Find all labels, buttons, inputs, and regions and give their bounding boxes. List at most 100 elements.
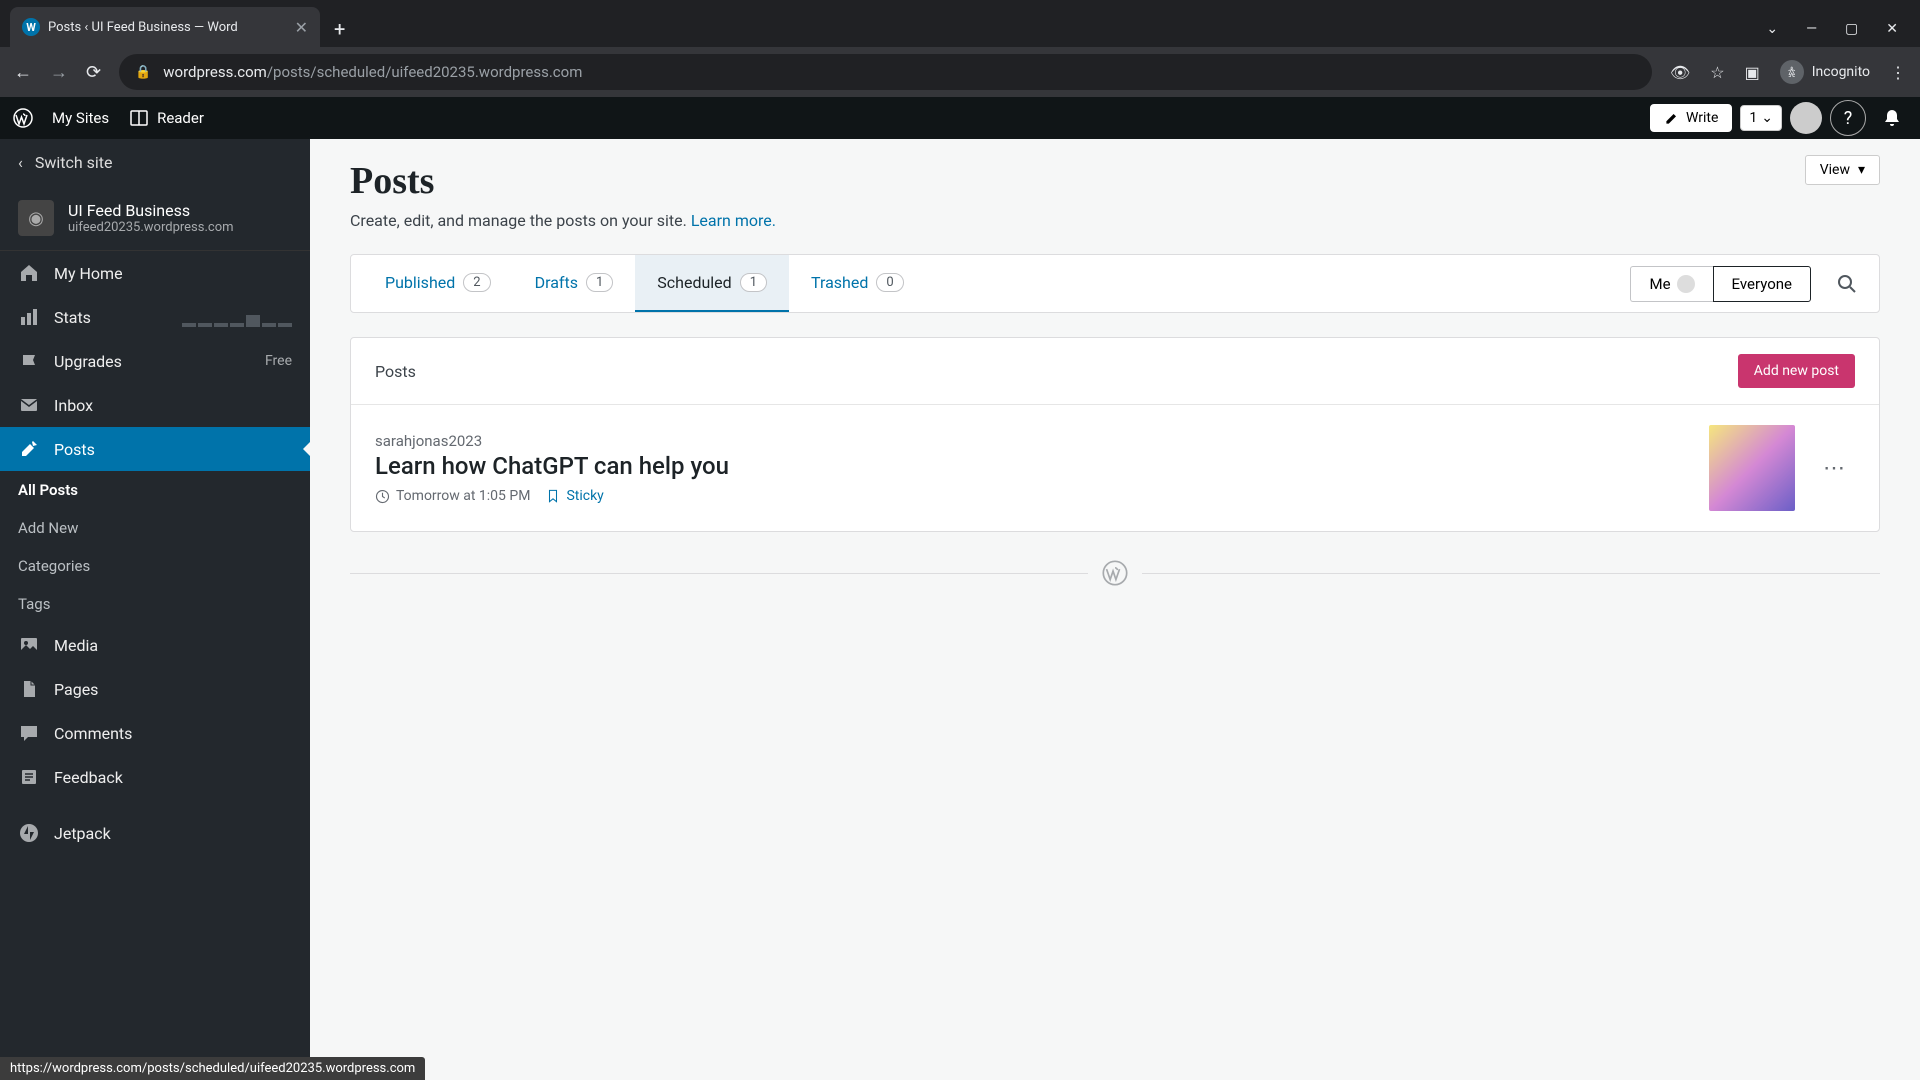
notifications-bell-icon[interactable] — [1874, 100, 1910, 136]
minimize-icon[interactable]: — — [1806, 21, 1817, 37]
subnav-categories[interactable]: Categories — [0, 547, 310, 585]
tab-label: Drafts — [535, 273, 578, 292]
posts-tabs-row: Published 2 Drafts 1 Scheduled 1 Trashed… — [350, 254, 1880, 313]
upgrades-badge: Free — [265, 353, 292, 369]
filter-me-button[interactable]: Me — [1630, 266, 1712, 302]
post-sticky: Sticky — [546, 488, 603, 504]
pages-icon — [18, 679, 40, 699]
post-row[interactable]: sarahjonas2023 Learn how ChatGPT can hel… — [351, 405, 1879, 531]
posts-panel: Posts Add new post sarahjonas2023 Learn … — [350, 337, 1880, 532]
notification-count[interactable]: 1 ⌄ — [1740, 105, 1782, 131]
help-button[interactable]: ? — [1830, 100, 1866, 136]
sidebar-item-pages[interactable]: Pages — [0, 667, 310, 711]
reader-link[interactable]: Reader — [119, 97, 214, 139]
subnav-tags[interactable]: Tags — [0, 585, 310, 623]
write-button[interactable]: Write — [1650, 104, 1732, 132]
sidebar-item-label: Comments — [54, 724, 132, 743]
switch-site-label: Switch site — [35, 153, 113, 172]
filter-label: Me — [1649, 275, 1670, 293]
browser-tab[interactable]: W Posts ‹ UI Feed Business — Word ✕ — [10, 7, 320, 47]
site-name: UI Feed Business — [68, 201, 234, 220]
forward-button[interactable]: → — [50, 62, 68, 83]
post-author: sarahjonas2023 — [375, 432, 1689, 450]
sidebar-item-upgrades[interactable]: Upgrades Free — [0, 339, 310, 383]
subnav-add-new[interactable]: Add New — [0, 509, 310, 547]
sidebar-item-inbox[interactable]: Inbox — [0, 383, 310, 427]
sidebar-item-comments[interactable]: Comments — [0, 711, 310, 755]
chevron-down-icon: ⌄ — [1761, 110, 1773, 126]
subnav-all-posts[interactable]: All Posts — [0, 471, 310, 509]
browser-toolbar: ← → ⟳ 🔒 wordpress.com/posts/scheduled/ui… — [0, 47, 1920, 97]
new-tab-button[interactable]: + — [320, 11, 359, 47]
tab-label: Trashed — [811, 273, 868, 292]
view-dropdown[interactable]: View ▾ — [1805, 155, 1880, 185]
browser-status-bar: https://wordpress.com/posts/scheduled/ui… — [0, 1057, 425, 1080]
incognito-badge[interactable]: 𖠋 Incognito — [1780, 60, 1870, 84]
sidebar-item-label: Media — [54, 636, 98, 655]
media-icon — [18, 635, 40, 655]
page-title: Posts — [350, 159, 1880, 203]
incognito-label: Incognito — [1812, 64, 1870, 80]
wordpress-favicon: W — [22, 18, 40, 36]
user-avatar[interactable] — [1790, 102, 1822, 134]
maximize-icon[interactable]: ▢ — [1845, 21, 1858, 37]
address-bar[interactable]: 🔒 wordpress.com/posts/scheduled/uifeed20… — [119, 54, 1652, 90]
comments-icon — [18, 723, 40, 743]
post-schedule: Tomorrow at 1:05 PM — [375, 488, 530, 504]
sidebar-item-posts[interactable]: Posts — [0, 427, 310, 471]
stats-sparkline — [182, 307, 292, 327]
sidebar-item-label: Stats — [54, 308, 91, 327]
sidebar-item-media[interactable]: Media — [0, 623, 310, 667]
pen-icon — [1664, 110, 1680, 126]
tab-label: Published — [385, 273, 455, 292]
filter-avatar-icon — [1677, 275, 1695, 293]
sidebar-item-label: My Home — [54, 264, 123, 283]
tab-scheduled[interactable]: Scheduled 1 — [635, 255, 789, 312]
site-icon: ◉ — [18, 200, 54, 236]
post-more-button[interactable]: ⋯ — [1815, 448, 1855, 489]
learn-more-link[interactable]: Learn more. — [691, 211, 776, 230]
add-new-post-button[interactable]: Add new post — [1738, 354, 1855, 388]
sidebar-item-label: Jetpack — [54, 824, 111, 843]
filter-everyone-button[interactable]: Everyone — [1713, 266, 1811, 302]
lock-icon: 🔒 — [135, 65, 151, 80]
tab-trashed[interactable]: Trashed 0 — [789, 255, 926, 312]
tab-title: Posts ‹ UI Feed Business — Word — [48, 20, 287, 35]
tab-published[interactable]: Published 2 — [363, 255, 513, 312]
tabs-dropdown-icon[interactable]: ⌄ — [1766, 21, 1778, 37]
tab-close-icon[interactable]: ✕ — [295, 18, 308, 37]
reader-label: Reader — [157, 109, 204, 127]
tab-drafts[interactable]: Drafts 1 — [513, 255, 636, 312]
jetpack-icon — [18, 823, 40, 843]
feedback-icon — [18, 767, 40, 787]
post-date: Tomorrow at 1:05 PM — [396, 488, 530, 504]
tab-count: 1 — [740, 273, 767, 292]
back-button[interactable]: ← — [14, 62, 32, 83]
caret-down-icon: ▾ — [1858, 162, 1865, 178]
browser-menu-icon[interactable]: ⋮ — [1890, 63, 1906, 82]
site-card[interactable]: ◉ UI Feed Business uifeed20235.wordpress… — [0, 186, 310, 251]
bookmark-icon[interactable]: ☆ — [1710, 63, 1724, 82]
search-button[interactable] — [1827, 264, 1867, 304]
sidebar-item-label: Posts — [54, 440, 95, 459]
sidebar-item-home[interactable]: My Home — [0, 251, 310, 295]
wordpress-logo-icon — [1088, 560, 1142, 586]
sidebar-item-label: Pages — [54, 680, 98, 699]
reader-icon — [129, 108, 149, 128]
my-sites-link[interactable]: My Sites — [42, 97, 119, 139]
sidebar-item-jetpack[interactable]: Jetpack — [0, 811, 310, 855]
tracking-icon[interactable]: 👁 — [1670, 63, 1690, 82]
extensions-icon[interactable]: ▣ — [1745, 63, 1760, 82]
wordpress-logo-icon[interactable] — [10, 105, 36, 131]
sidebar-item-feedback[interactable]: Feedback — [0, 755, 310, 799]
reload-button[interactable]: ⟳ — [86, 62, 101, 83]
post-title: Learn how ChatGPT can help you — [375, 452, 1689, 480]
switch-site-link[interactable]: ‹ Switch site — [0, 139, 310, 186]
search-icon — [1837, 274, 1857, 294]
post-thumbnail — [1709, 425, 1795, 511]
sidebar-item-stats[interactable]: Stats — [0, 295, 310, 339]
home-icon — [18, 263, 40, 283]
bookmark-icon — [546, 489, 560, 503]
main-content: View ▾ Posts Create, edit, and manage th… — [310, 139, 1920, 1080]
close-window-icon[interactable]: ✕ — [1886, 21, 1898, 37]
